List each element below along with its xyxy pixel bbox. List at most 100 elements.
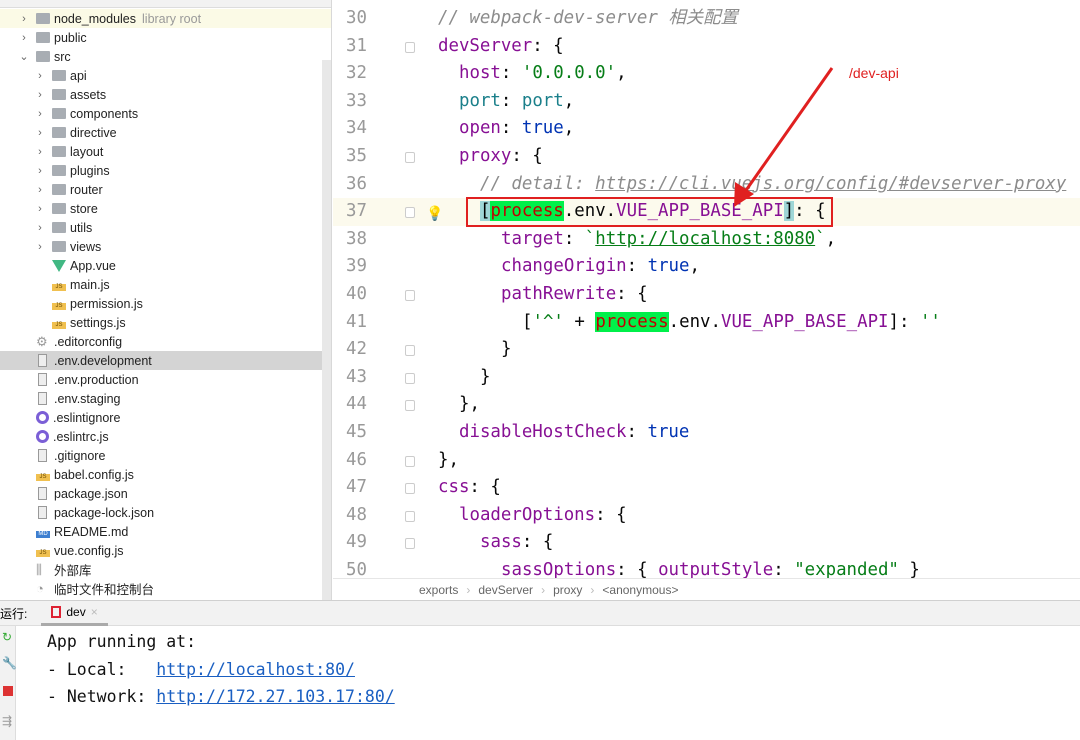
project-tree: › node_modules library root › public ⌄ src › api… <box>0 0 332 600</box>
tree-item-label: .env.staging <box>54 391 121 406</box>
wrench-icon[interactable]: 🔧 <box>2 656 17 670</box>
tree-item[interactable]: › plugins <box>0 161 331 180</box>
local-url-link[interactable]: http://localhost:80/ <box>156 660 355 679</box>
tree-item[interactable]: › views <box>0 237 331 256</box>
fold-marker-icon[interactable] <box>405 152 415 163</box>
tree-item[interactable]: JS babel.config.js <box>0 465 331 484</box>
fold-marker-icon[interactable] <box>405 207 415 219</box>
tree-item[interactable]: › directive <box>0 123 331 142</box>
code-line[interactable]: 49 sass: { <box>333 529 1080 557</box>
tree-item[interactable]: › node_modules library root <box>0 9 331 28</box>
breadcrumb-item[interactable]: devServer <box>478 583 533 597</box>
tree-item[interactable]: ◔ 临时文件和控制台 <box>0 579 331 598</box>
tree-item[interactable]: .env.production <box>0 370 331 389</box>
folder-icon <box>52 165 66 176</box>
code-line[interactable]: 36 // detail: https://cli.vuejs.org/confi… <box>333 171 1080 199</box>
code-token: : { <box>469 477 501 498</box>
line-number: 41 <box>346 311 367 332</box>
network-url-link[interactable]: http://172.27.103.17:80/ <box>156 687 394 706</box>
tree-item[interactable]: package-lock.json <box>0 503 331 522</box>
tree-item[interactable]: › public <box>0 28 331 47</box>
breadcrumb-item[interactable]: exports <box>419 583 458 597</box>
code-line[interactable]: 48 loaderOptions: { <box>333 502 1080 530</box>
tree-item-label: .gitignore <box>54 448 106 463</box>
tree-scrollbar[interactable] <box>322 60 331 600</box>
scratch-icon: ◔ <box>36 580 44 596</box>
tree-item[interactable]: › api <box>0 66 331 85</box>
tree-item[interactable]: › router <box>0 180 331 199</box>
code-line[interactable]: 33 port: port, <box>333 88 1080 116</box>
tree-item[interactable]: › utils <box>0 218 331 237</box>
tree-item[interactable]: JS vue.config.js <box>0 541 331 560</box>
code-line[interactable]: 41 ['^' + process.env.VUE_APP_BASE_API]: … <box>333 309 1080 337</box>
tree-item[interactable]: App.vue <box>0 256 331 275</box>
code-line[interactable]: 40 pathRewrite: { <box>333 281 1080 309</box>
code-line[interactable]: 47 css: { <box>333 474 1080 502</box>
chevron-right-icon[interactable]: › <box>34 89 46 101</box>
chevron-right-icon[interactable]: › <box>34 70 46 82</box>
tree-item[interactable]: ⌄ src <box>0 47 331 66</box>
chevron-right-icon[interactable]: › <box>34 108 46 120</box>
chevron-right-icon[interactable]: › <box>34 165 46 177</box>
line-number: 40 <box>346 284 367 304</box>
tree-item[interactable]: ⚙ .editorconfig <box>0 332 331 351</box>
code-line[interactable]: 46}, <box>333 447 1080 475</box>
tree-item[interactable]: .eslintignore <box>0 408 331 427</box>
chevron-right-icon[interactable]: › <box>34 222 46 234</box>
fold-marker-icon[interactable] <box>405 510 415 522</box>
tree-item[interactable]: › store <box>0 199 331 218</box>
code-line[interactable]: 43} <box>333 364 1080 392</box>
code-line[interactable]: 34 open: true, <box>333 115 1080 143</box>
chevron-right-icon[interactable]: › <box>34 203 46 215</box>
code-line[interactable]: 38 target: `http://localhost:8080`, <box>333 226 1080 254</box>
code-line[interactable]: 42} <box>333 336 1080 364</box>
tree-item[interactable]: .eslintrc.js <box>0 427 331 446</box>
fold-marker-icon[interactable] <box>405 41 415 53</box>
chevron-right-icon[interactable]: › <box>34 146 46 158</box>
close-tab-icon[interactable]: × <box>91 605 98 619</box>
fold-marker-icon[interactable] <box>405 345 415 357</box>
tree-item[interactable]: JS main.js <box>0 275 331 294</box>
code-line[interactable]: 35 proxy: { <box>333 143 1080 171</box>
rerun-icon[interactable]: ↻ <box>2 630 12 644</box>
tree-item[interactable]: .env.staging <box>0 389 331 408</box>
breadcrumb-item[interactable]: proxy <box>553 583 582 597</box>
tree-item[interactable]: .env.development <box>0 351 331 370</box>
tree-item[interactable]: JS permission.js <box>0 294 331 313</box>
breadcrumb-item[interactable]: <anonymous> <box>602 583 678 597</box>
code-line[interactable]: 44}, <box>333 391 1080 419</box>
code-line[interactable]: 31 devServer: { <box>333 33 1080 61</box>
tree-item[interactable]: › assets <box>0 85 331 104</box>
fold-marker-icon[interactable] <box>405 400 415 412</box>
run-tab-dev[interactable]: dev × <box>41 600 108 626</box>
stop-icon[interactable] <box>3 686 13 696</box>
code-token: true <box>647 422 690 442</box>
chevron-right-icon[interactable]: › <box>34 184 46 196</box>
code-line[interactable]: 30 // webpack-dev-server 相关配置 <box>333 5 1080 33</box>
tree-item[interactable]: JS settings.js <box>0 313 331 332</box>
tree-item[interactable]: .gitignore <box>0 446 331 465</box>
fold-marker-icon[interactable] <box>405 290 415 301</box>
tree-item[interactable]: ⫼ 外部库 <box>0 560 331 579</box>
layout-icon[interactable]: ⇶ <box>2 714 12 728</box>
chevron-right-icon[interactable]: › <box>34 241 46 253</box>
code-line[interactable]: 32 host: '0.0.0.0', <box>333 60 1080 88</box>
fold-marker-icon[interactable] <box>405 483 415 495</box>
highlight-box-annotation <box>466 197 833 227</box>
tree-item[interactable]: › layout <box>0 142 331 161</box>
chevron-right-icon[interactable]: › <box>34 127 46 139</box>
tree-item[interactable]: › components <box>0 104 331 123</box>
fold-marker-icon[interactable] <box>405 455 415 467</box>
code-editor[interactable]: 30 // webpack-dev-server 相关配置 31 devServer:… <box>333 0 1080 578</box>
chevron-right-icon[interactable]: › <box>18 13 30 25</box>
chevron-right-icon[interactable]: › <box>18 32 30 44</box>
code-line[interactable]: 45 disableHostCheck: true <box>333 419 1080 447</box>
code-line[interactable]: 50 sassOptions: { outputStyle: "expanded"… <box>333 557 1080 578</box>
code-line[interactable]: 39 changeOrigin: true, <box>333 253 1080 281</box>
chevron-down-icon[interactable]: ⌄ <box>18 50 30 63</box>
fold-marker-icon[interactable] <box>405 372 415 384</box>
fold-marker-icon[interactable] <box>405 538 415 550</box>
tree-item[interactable]: MD README.md <box>0 522 331 541</box>
tree-item[interactable]: package.json <box>0 484 331 503</box>
lightbulb-icon[interactable]: 💡 <box>426 201 443 229</box>
